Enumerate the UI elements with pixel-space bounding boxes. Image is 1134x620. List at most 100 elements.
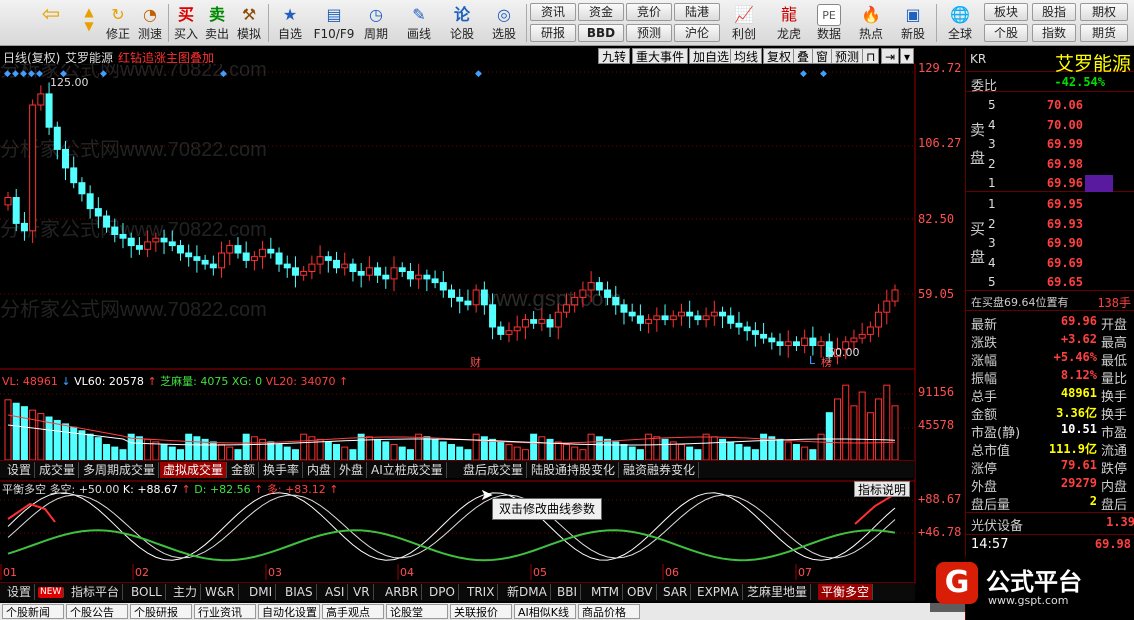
select-stock-button[interactable]: ◎ 选股 [486,2,522,44]
bottom-tab-8[interactable]: AI相似K线 [514,604,576,619]
tab-8[interactable]: AI立桩成交量 [368,462,447,478]
forecast-pill[interactable]: 预测 [626,24,672,42]
tab-14[interactable]: BBI [554,584,582,600]
f10-button[interactable]: ▤ F10/F9 [313,2,355,44]
tab-10[interactable]: ARBR [382,584,423,600]
overlay-button[interactable]: 叠 [793,48,814,64]
finance-marker[interactable]: 财 [470,354,481,370]
tab-8[interactable]: ASI [322,584,349,600]
tab-9[interactable]: 盘后成交量 [460,462,528,478]
speed-test-button[interactable]: ◔ 测速 [135,2,165,44]
tab-5[interactable]: W&R [202,584,239,600]
auction-pill[interactable]: 竞价 [626,3,672,21]
bottom-tab-1[interactable]: 个股公告 [66,604,128,619]
data-button[interactable]: PE 数据 [812,2,846,44]
nine-turn-button[interactable]: 九转 [598,48,631,64]
ipo-button[interactable]: ▣ 新股 [896,2,930,44]
order-row[interactable]: 1 69.96 [986,174,1134,193]
bottom-tab-3[interactable]: 行业资讯 [194,604,256,619]
tab-0[interactable]: 设置 [4,584,36,600]
bbd-pill[interactable]: BBD [578,24,624,42]
tab-16[interactable]: OBV [624,584,657,600]
research-pill[interactable]: 研报 [530,24,576,42]
add-watchlist-button[interactable]: 加自选 [689,48,734,64]
indicator-explain-button[interactable]: 指标说明 [854,481,911,497]
discuss-button[interactable]: 论 论股 [446,2,478,44]
tab-1[interactable]: 成交量 [36,462,80,478]
bottom-tab-6[interactable]: 论股堂 [386,604,448,619]
tab-5[interactable]: 换手率 [260,462,304,478]
order-row[interactable]: 3 69.90 [986,234,1134,253]
tab-6[interactable]: DMI [246,584,277,600]
tab-2[interactable]: 指标平台 [68,584,124,600]
index-futures-pill[interactable]: 股指 [1032,3,1076,21]
tab-11[interactable]: DPO [426,584,459,600]
forecast-button[interactable]: 预测 [831,48,864,64]
tab-7[interactable]: BIAS [282,584,317,600]
major-events-button[interactable]: 重大事件 [632,48,689,64]
adjust-button[interactable]: 复权 [763,48,796,64]
tab-2[interactable]: 多周期成交量 [80,462,160,478]
ma-button[interactable]: 均线 [730,48,763,64]
hk-connect-pill[interactable]: 陆港 [674,3,720,21]
tab-18[interactable]: EXPMA [694,584,743,600]
sector-label[interactable]: 光伏设备 [971,515,1023,534]
tab-11[interactable]: 融资融券变化 [620,462,700,478]
order-row[interactable]: 5 69.65 [986,273,1134,292]
tab-19[interactable]: 芝麻里地量 [744,584,812,600]
expand-icon[interactable]: ⇥ [881,48,900,64]
hot-button[interactable]: 🔥 热点 [854,2,888,44]
sector-pill[interactable]: 板块 [984,3,1028,21]
tab-12[interactable]: TRIX [464,584,499,600]
up-down-button[interactable]: ▲ ▼ [78,2,100,44]
simulate-button[interactable]: ⚒ 模拟 [234,2,264,44]
tab-4[interactable]: 金额 [228,462,260,478]
order-row[interactable]: 2 69.98 [986,155,1134,174]
sell-button[interactable]: 卖 卖出 [203,2,231,44]
sh-london-pill[interactable]: 沪伦 [674,24,720,42]
tab-17[interactable]: SAR [660,584,692,600]
refresh-button[interactable]: ↻ 修正 [103,2,133,44]
tab-3[interactable]: BOLL [128,584,166,600]
tab-13[interactable]: 新DMA [504,584,551,600]
news-pill[interactable]: 资讯 [530,3,576,21]
bottom-tab-9[interactable]: 商品价格 [578,604,640,619]
order-row[interactable]: 4 70.00 [986,116,1134,135]
order-row[interactable]: 4 69.69 [986,254,1134,273]
tab-3[interactable]: 虚拟成交量 [160,462,228,478]
tab-15[interactable]: MTM [588,584,624,600]
order-row[interactable]: 1 69.95 [986,195,1134,214]
tab-4[interactable]: 主力 [170,584,202,600]
cycle-button[interactable]: ◷ 周期 [358,2,394,44]
index-pill[interactable]: 指数 [1032,24,1076,42]
futures-pill[interactable]: 期货 [1080,24,1128,42]
chart-area[interactable]: 分析家公式网www.70822.com 分析家公式网www.70822.com … [0,64,965,603]
bottom-tab-7[interactable]: 关联报价 [450,604,512,619]
options-pill[interactable]: 期权 [1080,3,1128,21]
rank-marker[interactable]: 榜 [821,354,832,370]
bottom-tab-4[interactable]: 自动化设置 [258,604,320,619]
bottom-tab-5[interactable]: 高手观点 [322,604,384,619]
global-button[interactable]: 🌐 全球 [940,2,980,44]
funds-pill[interactable]: 资金 [578,3,624,21]
order-row[interactable]: 3 69.99 [986,135,1134,154]
order-row[interactable]: 5 70.06 [986,96,1134,115]
tab-10[interactable]: 陆股通持股变化 [528,462,620,478]
tab-7[interactable]: 外盘 [336,462,368,478]
bottom-tab-2[interactable]: 个股研报 [130,604,192,619]
back-button[interactable]: ⇦ [38,2,64,44]
tab-0[interactable]: 设置 [4,462,36,478]
tab-1[interactable]: NEW [38,587,65,598]
buy-button[interactable]: 买 买入 [172,2,200,44]
dropdown-icon[interactable]: ▾ [900,48,915,64]
dragon-tiger-button[interactable]: 龍 龙虎 [772,2,806,44]
draw-line-button[interactable]: ✎ 画线 [400,2,438,44]
l-marker[interactable]: L [809,354,815,367]
profit-button[interactable]: 📈 利创 [727,2,761,44]
bottom-tab-0[interactable]: 个股新闻 [2,604,64,619]
window-button[interactable]: 窗 [812,48,833,64]
tab-6[interactable]: 内盘 [304,462,336,478]
tab-9[interactable]: VR [350,584,374,600]
order-row[interactable]: 2 69.93 [986,215,1134,234]
lock-icon[interactable]: ⊓ [862,48,880,64]
